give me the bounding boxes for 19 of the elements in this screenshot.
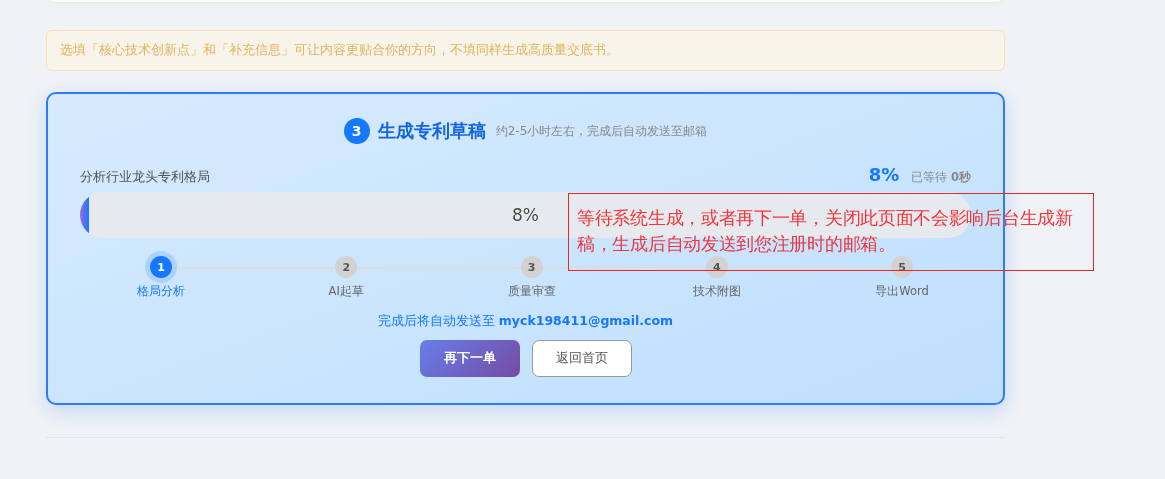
home-button[interactable]: 返回首页: [531, 340, 632, 377]
progress-text: 8%: [512, 205, 539, 225]
new-order-button[interactable]: 再下一单: [419, 340, 520, 377]
notice-banner: 选填「核心技术创新点」和「补充信息」可让内容更贴合你的方向，不填同样生成高质量交底书。: [46, 30, 1005, 71]
wait-time: 已等待 0秒: [911, 170, 971, 185]
stage-number: 3: [520, 256, 543, 278]
stage-label: 技术附图: [692, 284, 741, 299]
step-number: 3: [343, 118, 370, 144]
step-subtitle: 约2-5小时左右，完成后自动发送至邮箱: [495, 122, 708, 140]
stage-label: 格局分析: [137, 284, 185, 299]
email-note: 完成后将自动发送至 myck198411@gmail.com: [376, 313, 675, 330]
progress-label: 分析行业龙头专利格局: [80, 169, 211, 186]
step-title: 生成专利草稿: [377, 119, 486, 143]
stage-label: 导出Word: [875, 284, 929, 299]
stage-number: 1: [150, 256, 172, 278]
stage-label: 质量审查: [507, 284, 556, 299]
progress-percent: 8%: [868, 164, 900, 185]
stage-number: 2: [335, 256, 358, 278]
stage-label: AI起草: [328, 284, 364, 299]
